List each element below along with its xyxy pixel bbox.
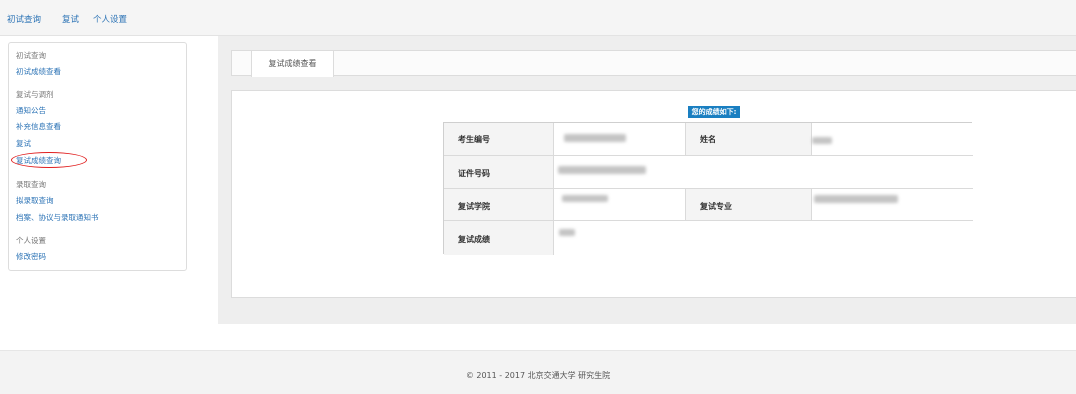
tab-retest-score-view[interactable]: 复试成绩查看 xyxy=(251,51,334,77)
sidebar-item-extra-info[interactable]: 补充信息查看 xyxy=(16,121,61,132)
redacted-value xyxy=(812,137,832,144)
redacted-value xyxy=(558,166,646,174)
label-cell-id-no: 证件号码 xyxy=(444,156,554,189)
value-cell-major xyxy=(812,189,973,221)
value-cell-exam-no xyxy=(554,123,686,156)
footer-copyright: © 2011 - 2017 北京交通大学 研究生院 xyxy=(465,371,611,380)
label-name: 姓名 xyxy=(700,135,716,144)
label-cell-score: 复试成绩 xyxy=(444,221,554,255)
sidebar-heading-personal: 个人设置 xyxy=(16,236,46,245)
sidebar-item-admission-query[interactable]: 拟录取查询 xyxy=(16,195,54,206)
label-exam-no: 考生编号 xyxy=(458,135,490,144)
value-cell-score xyxy=(554,221,973,255)
sidebar-item-change-password[interactable]: 修改密码 xyxy=(16,251,46,262)
sidebar-item-initial-score[interactable]: 初试成绩查看 xyxy=(16,66,61,77)
top-navbar xyxy=(0,0,1076,36)
value-cell-id-no xyxy=(554,156,973,189)
redacted-value xyxy=(562,195,608,202)
result-title-badge: 您的成绩如下: xyxy=(688,106,740,118)
redacted-value xyxy=(814,195,898,203)
tab-bar xyxy=(231,50,1076,76)
highlight-circle xyxy=(11,152,87,168)
label-id-no: 证件号码 xyxy=(458,169,490,178)
value-cell-name xyxy=(812,123,973,156)
score-table: 考生编号 姓名 证件号码 复试学院 复试专业 复试成绩 xyxy=(443,122,973,255)
label-college: 复试学院 xyxy=(458,202,490,211)
sidebar-heading-initial-exam: 初试查询 xyxy=(16,51,46,60)
label-cell-exam-no: 考生编号 xyxy=(444,123,554,156)
topnav-initial-exam-query[interactable]: 初试查询 xyxy=(7,13,41,25)
label-cell-college: 复试学院 xyxy=(444,189,554,221)
topnav-retest[interactable]: 复试 xyxy=(62,13,79,25)
redacted-value xyxy=(564,134,626,142)
label-cell-major: 复试专业 xyxy=(686,189,812,221)
sidebar-item-retest[interactable]: 复试 xyxy=(16,138,31,149)
redacted-value xyxy=(559,229,575,236)
sidebar-heading-retest-adjust: 复试与调剂 xyxy=(16,90,54,99)
topnav-personal-settings[interactable]: 个人设置 xyxy=(93,13,127,25)
label-cell-name: 姓名 xyxy=(686,123,812,156)
label-score: 复试成绩 xyxy=(458,235,490,244)
label-major: 复试专业 xyxy=(700,202,732,211)
sidebar-heading-admission: 录取查询 xyxy=(16,180,46,189)
sidebar-item-notices[interactable]: 通知公告 xyxy=(16,105,46,116)
sidebar-item-archives-agreement[interactable]: 档案、协议与录取通知书 xyxy=(16,212,99,223)
value-cell-college xyxy=(554,189,686,221)
